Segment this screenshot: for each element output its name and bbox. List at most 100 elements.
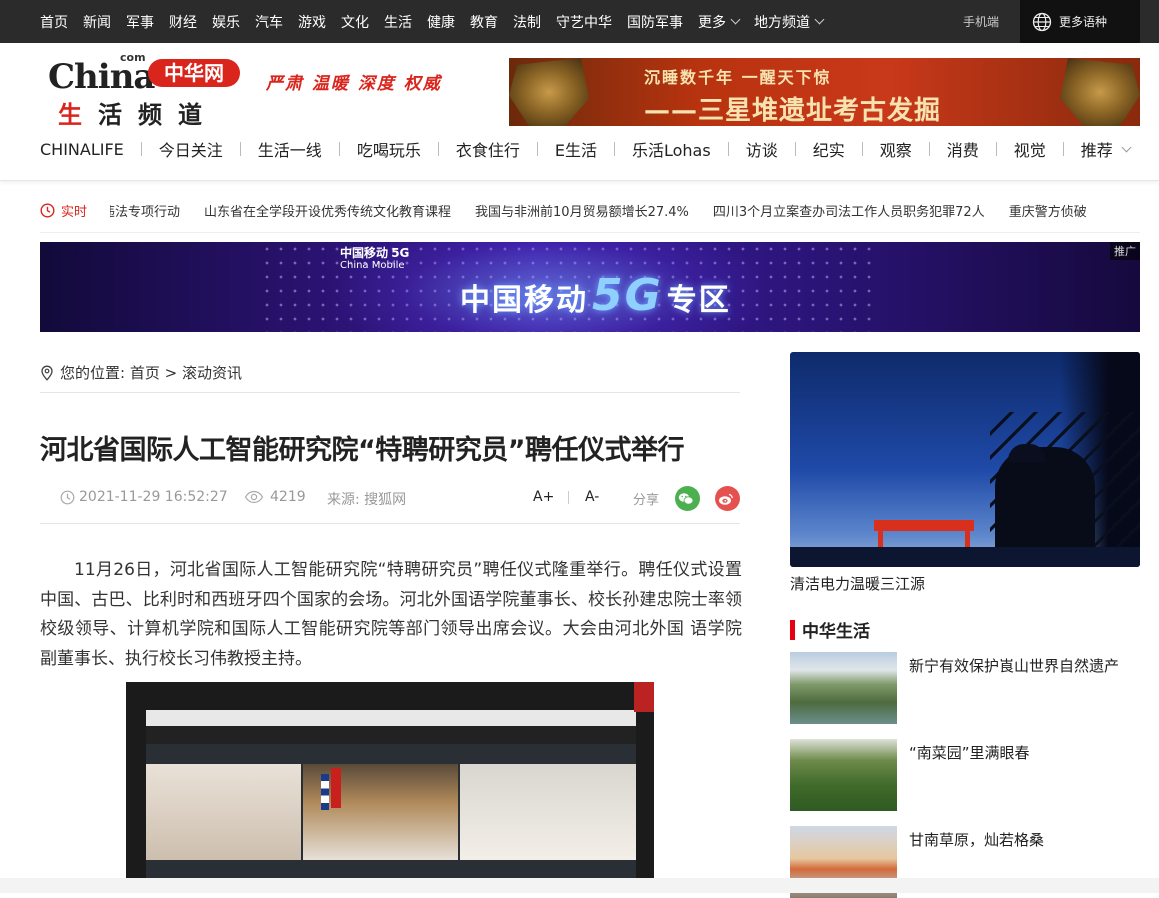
- top-nav-local[interactable]: 地方频道: [754, 12, 825, 32]
- list-item-title: 甘南草原，灿若格桑: [909, 831, 1045, 849]
- channel-item-label: 纪实: [812, 141, 845, 160]
- top-nav-item-education[interactable]: 教育: [470, 12, 498, 32]
- article-datetime-text: 2021-11-29 16:52:27: [79, 489, 228, 505]
- language-label: 更多语种: [1059, 15, 1108, 29]
- ticker-item[interactable]: 山东省在全学段开设优秀传统文化教育课程: [204, 205, 451, 219]
- top-nav-item-news[interactable]: 新闻: [83, 12, 111, 32]
- channel-item-lohas[interactable]: 乐活Lohas: [632, 137, 746, 161]
- channel-item-label: 衣食住行: [455, 141, 520, 160]
- top-nav-more[interactable]: 更多: [698, 12, 741, 32]
- china-mobile-5g-ad[interactable]: 中国移动 5G China Mobile 中国移动5G 专区 推广: [40, 242, 1140, 332]
- wechat-icon: [678, 492, 693, 505]
- top-nav-item-games[interactable]: 游戏: [298, 12, 326, 32]
- breadcrumb: 您的位置: 首页 > 滚动资讯: [40, 362, 740, 383]
- top-nav-item-culture[interactable]: 文化: [341, 12, 369, 32]
- ad-brand: 中国移动 5G China Mobile: [340, 246, 410, 271]
- weibo-icon: [718, 493, 733, 505]
- location-pin-icon: [41, 365, 53, 381]
- ticker-item[interactable]: 我国与非洲前10月贸易额增长27.4%: [475, 205, 689, 219]
- header-banner-ad[interactable]: 沉睡数千年 一醒天下惊 ——三星堆遗址考古发掘: [509, 58, 1140, 126]
- chevron-down-icon: [730, 14, 741, 25]
- channel-item-label: CHINALIFE: [40, 139, 124, 159]
- divider: [239, 142, 241, 156]
- sidebar-feature-image[interactable]: [790, 352, 1140, 567]
- top-nav-more-label: 更多: [698, 14, 726, 31]
- list-thumbnail: [790, 739, 897, 811]
- ticker-item[interactable]: 违法专项行动: [110, 205, 180, 219]
- ticker-item[interactable]: 重庆警方侦破: [1009, 205, 1087, 219]
- channel-item-documentary[interactable]: 纪实: [813, 137, 880, 161]
- section-title-text: 中华生活: [802, 622, 870, 642]
- clock-icon: [60, 490, 75, 504]
- divider: [437, 142, 439, 156]
- channel-item-label: 访谈: [745, 141, 778, 160]
- top-nav-local-label: 地方频道: [754, 14, 810, 31]
- channel-item-today[interactable]: 今日关注: [159, 137, 258, 161]
- eye-icon: [244, 490, 264, 504]
- ad-brand-cn: 中国移动: [340, 246, 389, 260]
- top-nav-item-life[interactable]: 生活: [384, 12, 412, 32]
- photo-video-window-titlebar: [146, 710, 636, 726]
- channel-item-chinalife[interactable]: CHINALIFE: [40, 140, 159, 159]
- top-nav-item-home[interactable]: 首页: [40, 12, 68, 32]
- site-logo[interactable]: China com 中华网 生活频道: [48, 51, 248, 129]
- list-thumbnail: [790, 652, 897, 724]
- divider: [861, 142, 863, 156]
- list-item[interactable]: “南菜园”里满眼春: [790, 739, 1140, 811]
- font-decrease-button[interactable]: A-: [585, 489, 599, 505]
- wechat-share-button[interactable]: [675, 486, 700, 511]
- site-slogan: 严肃 温暖 深度 权威: [266, 74, 442, 94]
- channel-item-label: 视觉: [1013, 141, 1046, 160]
- article-title: 河北省国际人工智能研究院“特聘研究员”聘任仪式举行: [40, 435, 685, 466]
- channel-item-elife[interactable]: E生活: [555, 137, 632, 161]
- share-label: 分享: [633, 493, 660, 508]
- top-nav-item-entertainment[interactable]: 娱乐: [212, 12, 240, 32]
- channel-item-recommend[interactable]: 推荐: [1081, 137, 1132, 161]
- top-nav-item-health[interactable]: 健康: [427, 12, 455, 32]
- article-datetime: 2021-11-29 16:52:27: [60, 489, 228, 505]
- article-source: 来源: 搜狐网: [327, 489, 406, 509]
- font-increase-button[interactable]: A+: [533, 489, 554, 505]
- bronze-mask-image: [1060, 58, 1140, 126]
- channel-item-fun[interactable]: 吃喝玩乐: [357, 137, 456, 161]
- mobile-link[interactable]: 手机端: [963, 13, 999, 30]
- channel-item-consume[interactable]: 消费: [947, 137, 1014, 161]
- divider: [727, 142, 729, 156]
- site-header: China com 中华网 生活频道 严肃 温暖 深度 权威 沉睡数千年 一醒天…: [0, 43, 1159, 129]
- ticker-items: 违法专项行动 山东省在全学段开设优秀传统文化教育课程 我国与非洲前10月贸易额增长2…: [110, 201, 1140, 219]
- ticker-label: 实时: [40, 201, 87, 220]
- channel-item-label: 消费: [946, 141, 979, 160]
- weibo-share-button[interactable]: [715, 486, 740, 511]
- channel-item-visual[interactable]: 视觉: [1014, 137, 1081, 161]
- ticker-item[interactable]: 四川3个月立案查办司法工作人员职务犯罪72人: [713, 205, 985, 219]
- channel-nav-list: CHINALIFE 今日关注 生活一线 吃喝玩乐 衣食住行 E生活 乐活Loha…: [40, 125, 1132, 173]
- top-bar: 首页 新闻 军事 财经 娱乐 汽车 游戏 文化 生活 健康 教育 法制 守艺中华…: [0, 0, 1159, 43]
- breadcrumb-home[interactable]: 首页: [130, 362, 160, 383]
- language-button[interactable]: 更多语种: [1020, 0, 1140, 43]
- top-nav-item-military[interactable]: 军事: [126, 12, 154, 32]
- logo-com: com: [120, 51, 146, 64]
- channel-item-interview[interactable]: 访谈: [746, 137, 813, 161]
- divider: [40, 392, 740, 393]
- ad-tag: 推广: [1110, 242, 1140, 260]
- ad-headline-5g: 5G: [592, 270, 663, 321]
- bottom-strip: [0, 878, 1159, 893]
- top-nav-item-law[interactable]: 法制: [513, 12, 541, 32]
- channel-item-label: 吃喝玩乐: [356, 141, 421, 160]
- channel-item-frontline[interactable]: 生活一线: [258, 137, 357, 161]
- divider: [1062, 142, 1064, 156]
- top-nav-item-craft[interactable]: 守艺中华: [556, 12, 612, 32]
- ad-brand-5g: 5G: [391, 246, 410, 260]
- article-body: 11月26日，河北省国际人工智能研究院“特聘研究员”聘任仪式隆重举行。聘任仪式设…: [40, 560, 742, 669]
- channel-item-observe[interactable]: 观察: [880, 137, 947, 161]
- list-item[interactable]: 新宁有效保护崀山世界自然遗产: [790, 652, 1140, 724]
- sidebar-feature-caption[interactable]: 清洁电力温暖三江源: [790, 573, 925, 594]
- top-nav-item-auto[interactable]: 汽车: [255, 12, 283, 32]
- divider: [794, 142, 796, 156]
- cuba-flag: [321, 774, 329, 810]
- top-nav-item-finance[interactable]: 财经: [169, 12, 197, 32]
- top-nav-item-defense[interactable]: 国防军事: [627, 12, 683, 32]
- breadcrumb-current[interactable]: 滚动资讯: [182, 362, 242, 383]
- divider: [995, 142, 997, 156]
- channel-item-living[interactable]: 衣食住行: [456, 137, 555, 161]
